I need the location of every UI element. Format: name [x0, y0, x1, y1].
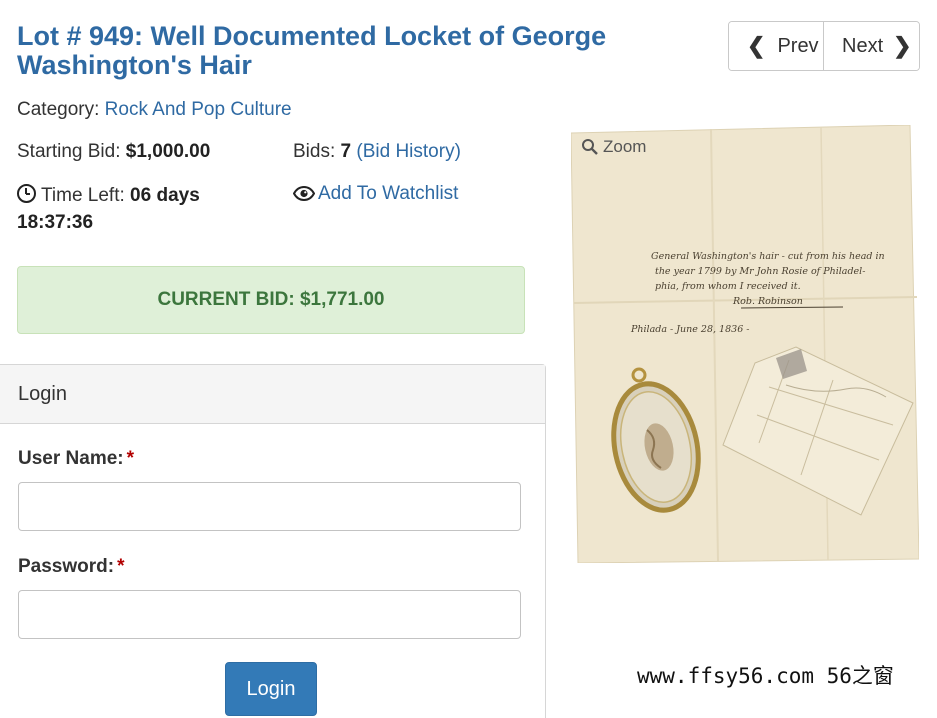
- current-bid-text: CURRENT BID: $1,771.00: [157, 289, 385, 310]
- password-label-text: Password:: [18, 556, 115, 577]
- bids-label: Bids:: [293, 141, 336, 162]
- lot-photo-svg: General Washington's hair - cut from his…: [570, 124, 920, 564]
- category-link[interactable]: Rock And Pop Culture: [105, 99, 292, 120]
- handwriting-line-5: Philada - June 28, 1836 -: [630, 324, 749, 335]
- prev-button[interactable]: ❮ Prev: [729, 22, 824, 70]
- login-button[interactable]: Login: [225, 662, 317, 716]
- time-left-label: Time Left:: [41, 185, 125, 206]
- starting-bid-label: Starting Bid:: [17, 141, 121, 162]
- username-label-text: User Name:: [18, 448, 124, 469]
- handwriting-line-1: General Washington's hair - cut from his…: [651, 251, 885, 262]
- password-input[interactable]: [18, 590, 521, 639]
- login-button-label: Login: [246, 677, 296, 700]
- required-marker: *: [126, 448, 135, 469]
- handwriting-line-2: the year 1799 by Mr John Rosie of Philad…: [655, 266, 865, 277]
- lot-title: Lot # 949: Well Documented Locket of Geo…: [17, 21, 607, 80]
- bids-count: 7: [340, 141, 352, 162]
- bid-history-link[interactable]: (Bid History): [356, 141, 461, 162]
- bids-row: Bids: 7 (Bid History): [293, 140, 461, 164]
- time-left-row: Time Left: 06 days 18:37:36: [17, 182, 257, 236]
- magnifier-icon: [582, 139, 598, 155]
- login-panel-header: Login: [0, 365, 545, 424]
- zoom-button[interactable]: Zoom: [581, 137, 646, 157]
- next-button[interactable]: Next ❯: [824, 22, 919, 70]
- zoom-label: Zoom: [603, 137, 647, 156]
- chevron-left-icon: ❮: [747, 33, 766, 58]
- required-marker: *: [117, 556, 125, 577]
- handwriting-line-3: phia, from whom I received it.: [655, 281, 801, 292]
- username-label: User Name: *: [18, 448, 134, 470]
- watchlist-row[interactable]: Add To Watchlist: [292, 182, 458, 208]
- lot-navigation: ❮ Prev Next ❯: [728, 21, 920, 71]
- watermark: www.ffsy56.com 56之窗: [637, 664, 894, 688]
- login-panel-title: Login: [18, 382, 67, 405]
- password-label: Password: *: [18, 556, 125, 578]
- current-bid-banner: CURRENT BID: $1,771.00: [17, 266, 525, 334]
- lot-image[interactable]: General Washington's hair - cut from his…: [570, 124, 920, 564]
- prev-label: Prev: [777, 34, 819, 57]
- handwriting-line-4: Rob. Robinson: [732, 296, 803, 307]
- lot-detail-page: Lot # 949: Well Documented Locket of Geo…: [0, 0, 937, 718]
- chevron-right-icon: ❯: [893, 33, 912, 58]
- eye-icon: [292, 184, 316, 208]
- username-input[interactable]: [18, 482, 521, 531]
- next-label: Next: [842, 34, 884, 57]
- clock-icon: [17, 184, 36, 203]
- category-row: Category: Rock And Pop Culture: [17, 98, 292, 122]
- login-panel: Login User Name: * Password: * Login: [0, 364, 546, 718]
- category-label: Category:: [17, 99, 100, 120]
- starting-bid-row: Starting Bid: $1,000.00: [17, 140, 210, 164]
- starting-bid-value: $1,000.00: [125, 141, 211, 162]
- add-to-watchlist-link[interactable]: Add To Watchlist: [318, 183, 458, 204]
